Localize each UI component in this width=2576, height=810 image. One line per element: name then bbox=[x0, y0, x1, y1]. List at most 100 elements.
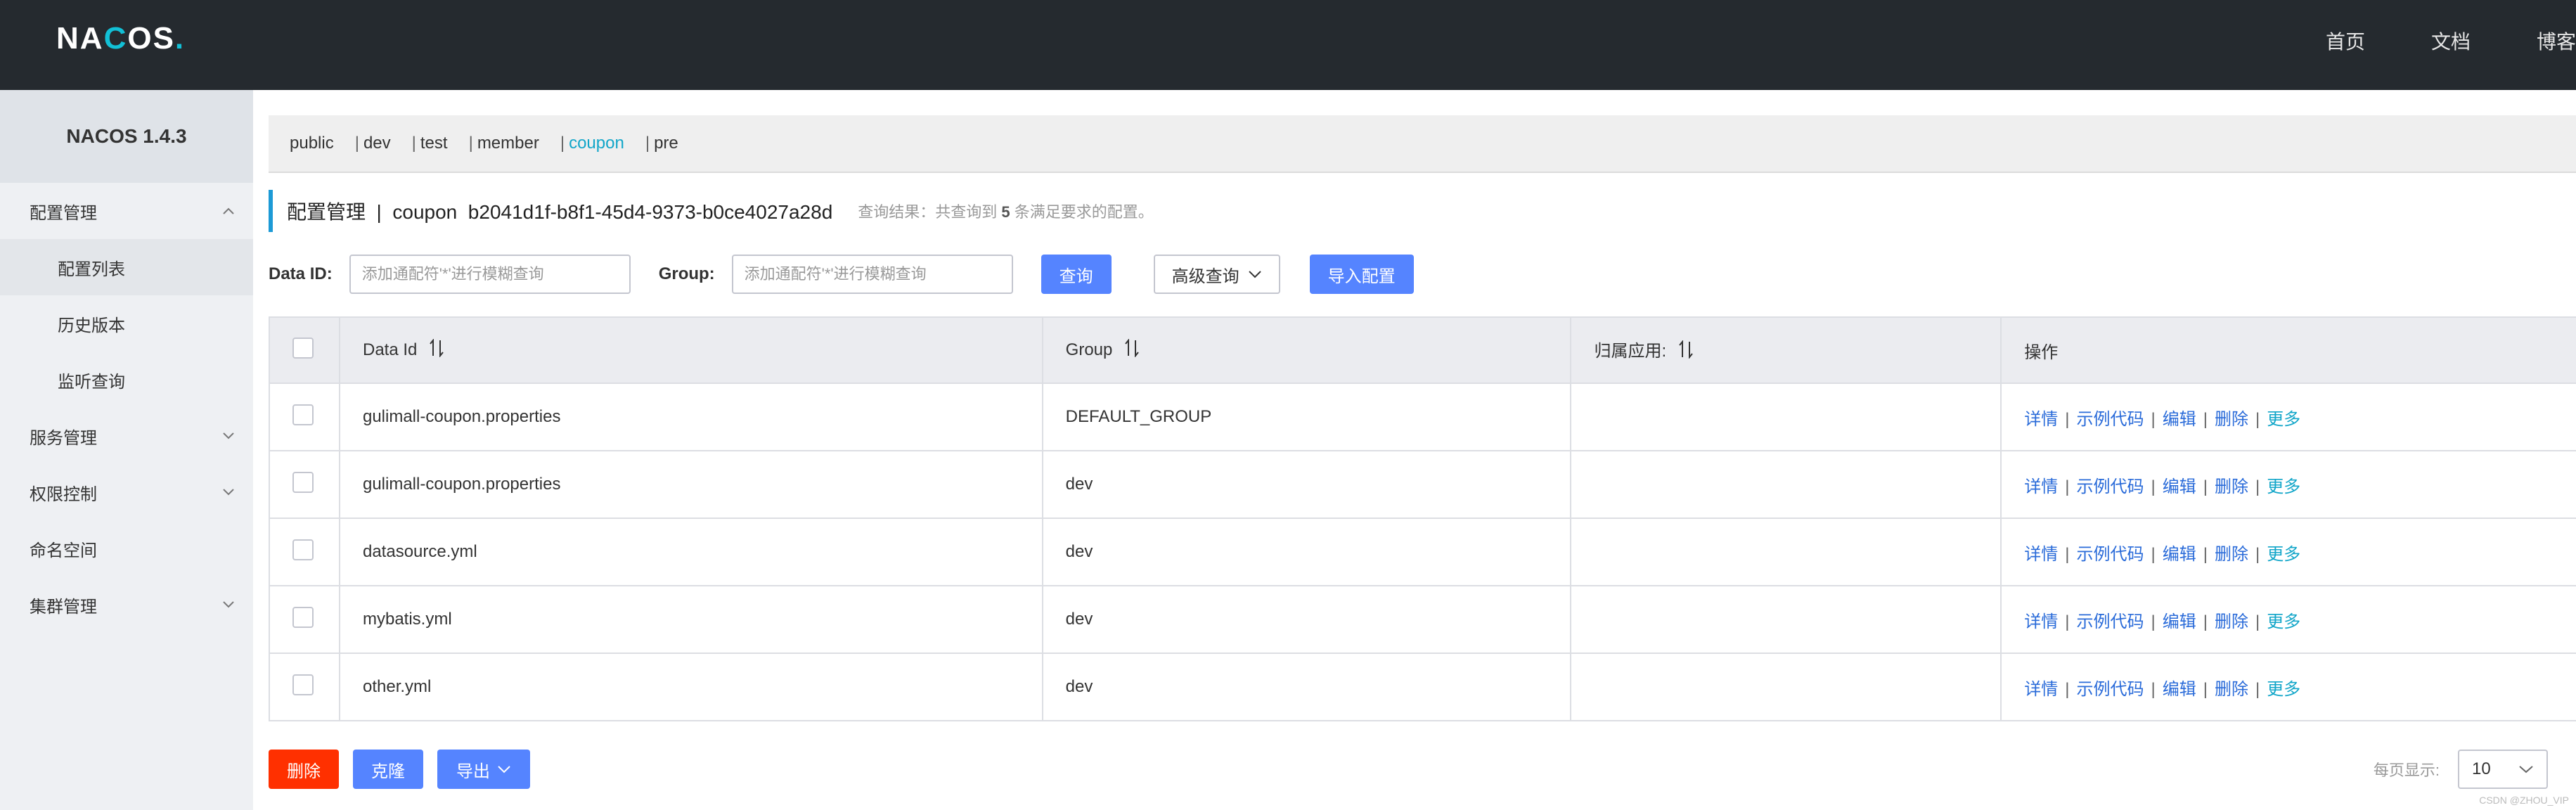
dataid-label: Data ID: bbox=[269, 264, 333, 283]
cell-ops: 详情 | 示例代码 | 编辑 | 删除 | 更多 bbox=[2001, 383, 2576, 451]
detail-link[interactable]: 详情 bbox=[2024, 477, 2058, 496]
delete-link[interactable]: 删除 bbox=[2215, 680, 2248, 699]
group-input[interactable] bbox=[731, 255, 1013, 294]
sidebar-item-config-list[interactable]: 配置列表 bbox=[0, 239, 253, 295]
sort-icon[interactable] bbox=[429, 338, 444, 362]
sidebar-group-config[interactable]: 配置管理 bbox=[0, 183, 253, 239]
nav-blog[interactable]: 博客 bbox=[2494, 28, 2576, 56]
chevron-down-icon bbox=[2518, 765, 2534, 773]
row-checkbox[interactable] bbox=[292, 539, 314, 560]
detail-link[interactable]: 详情 bbox=[2024, 612, 2058, 631]
sample-code-link[interactable]: 示例代码 bbox=[2076, 545, 2144, 564]
ops-separator: | bbox=[2255, 544, 2260, 564]
table-row: gulimall-coupon.properties dev 详情 | 示例代码 | 编辑 |… bbox=[269, 451, 2576, 519]
delete-link[interactable]: 删除 bbox=[2215, 545, 2248, 564]
top-bar: NACOS. 首页 文档 博客 bbox=[0, 0, 2576, 90]
cell-dataid: gulimall-coupon.properties bbox=[339, 451, 1043, 519]
detail-link[interactable]: 详情 bbox=[2024, 410, 2058, 429]
ops-separator: | bbox=[2203, 679, 2208, 699]
sort-icon[interactable] bbox=[1678, 340, 1694, 364]
nav-home[interactable]: 首页 bbox=[2284, 28, 2389, 56]
edit-link[interactable]: 编辑 bbox=[2163, 545, 2196, 564]
page-size-select[interactable]: 10 bbox=[2458, 750, 2548, 789]
delete-link[interactable]: 删除 bbox=[2215, 477, 2248, 496]
import-config-button[interactable]: 导入配置 bbox=[1309, 255, 1414, 294]
namespace-test[interactable]: test bbox=[420, 134, 448, 153]
edit-link[interactable]: 编辑 bbox=[2163, 410, 2196, 429]
delete-link[interactable]: 删除 bbox=[2215, 410, 2248, 429]
header-app[interactable]: 归属应用: bbox=[1571, 317, 2002, 384]
edit-link[interactable]: 编辑 bbox=[2163, 680, 2196, 699]
ops-separator: | bbox=[2151, 679, 2156, 699]
sort-icon[interactable] bbox=[1124, 338, 1140, 362]
table-row: mybatis.yml dev 详情 | 示例代码 | 编辑 | 删除 | 更多 bbox=[269, 586, 2576, 654]
sidebar-group-label: 集群管理 bbox=[30, 597, 97, 617]
version-title: NACOS 1.4.3 bbox=[0, 90, 253, 183]
dataid-input[interactable] bbox=[349, 255, 631, 294]
query-button[interactable]: 查询 bbox=[1041, 255, 1112, 294]
chevron-down-icon bbox=[218, 425, 239, 446]
delete-button[interactable]: 删除 bbox=[269, 750, 339, 789]
sidebar-group-service[interactable]: 服务管理 bbox=[0, 408, 253, 464]
sample-code-link[interactable]: 示例代码 bbox=[2076, 680, 2144, 699]
chevron-down-icon bbox=[218, 482, 239, 503]
ops-separator: | bbox=[2065, 544, 2070, 564]
chevron-down-icon bbox=[1248, 270, 1262, 278]
namespace-public[interactable]: public bbox=[290, 134, 334, 153]
detail-link[interactable]: 详情 bbox=[2024, 545, 2058, 564]
select-all-cell bbox=[269, 317, 340, 384]
nacos-logo[interactable]: NACOS. bbox=[56, 21, 185, 56]
sidebar-item-listener[interactable]: 监听查询 bbox=[0, 352, 253, 408]
page-size-control: 每页显示: 10 bbox=[2374, 750, 2548, 789]
header-ops: 操作 bbox=[2001, 317, 2576, 384]
namespace-separator: | bbox=[354, 134, 359, 153]
cell-app bbox=[1571, 586, 2002, 654]
detail-link[interactable]: 详情 bbox=[2024, 680, 2058, 699]
namespace-separator: | bbox=[468, 134, 473, 153]
sample-code-link[interactable]: 示例代码 bbox=[2076, 410, 2144, 429]
namespace-coupon[interactable]: coupon bbox=[569, 134, 624, 153]
row-checkbox[interactable] bbox=[292, 471, 314, 493]
row-checkbox[interactable] bbox=[292, 674, 314, 695]
search-row: Data ID: Group: 查询 高级查询 导入配置 bbox=[269, 255, 1414, 294]
advanced-query-label: 高级查询 bbox=[1171, 266, 1239, 286]
more-link[interactable]: 更多 bbox=[2267, 612, 2300, 631]
header-dataid[interactable]: Data Id bbox=[339, 317, 1043, 384]
namespace-dev[interactable]: dev bbox=[363, 134, 391, 153]
more-link[interactable]: 更多 bbox=[2267, 680, 2300, 699]
select-all-checkbox[interactable] bbox=[292, 337, 314, 359]
row-checkbox[interactable] bbox=[292, 404, 314, 425]
advanced-query-button[interactable]: 高级查询 bbox=[1153, 255, 1280, 294]
sidebar-item-history[interactable]: 历史版本 bbox=[0, 295, 253, 352]
more-link[interactable]: 更多 bbox=[2267, 545, 2300, 564]
namespace-separator: | bbox=[645, 134, 650, 153]
nav-docs[interactable]: 文档 bbox=[2389, 28, 2494, 56]
page-size-value: 10 bbox=[2472, 759, 2491, 778]
row-select-cell bbox=[269, 383, 340, 451]
sample-code-link[interactable]: 示例代码 bbox=[2076, 612, 2144, 631]
row-select-cell bbox=[269, 518, 340, 586]
clone-button[interactable]: 克隆 bbox=[353, 750, 423, 789]
ops-separator: | bbox=[2255, 612, 2260, 631]
sidebar-item-namespace[interactable]: 命名空间 bbox=[0, 520, 253, 577]
more-link[interactable]: 更多 bbox=[2267, 410, 2300, 429]
namespace-member[interactable]: member bbox=[477, 134, 539, 153]
ops-separator: | bbox=[2203, 612, 2208, 631]
config-table: Data Id Group 归属应用: 操作 gulimall-coupon.p… bbox=[269, 316, 2576, 721]
export-button[interactable]: 导出 bbox=[437, 750, 530, 789]
header-group[interactable]: Group bbox=[1042, 317, 1572, 384]
edit-link[interactable]: 编辑 bbox=[2163, 612, 2196, 631]
namespace-pre[interactable]: pre bbox=[654, 134, 678, 153]
sample-code-link[interactable]: 示例代码 bbox=[2076, 477, 2144, 496]
edit-link[interactable]: 编辑 bbox=[2163, 477, 2196, 496]
cell-dataid: mybatis.yml bbox=[339, 586, 1043, 654]
sidebar-group-cluster[interactable]: 集群管理 bbox=[0, 577, 253, 633]
ops-separator: | bbox=[2065, 477, 2070, 496]
more-link[interactable]: 更多 bbox=[2267, 477, 2300, 496]
sidebar-group-auth[interactable]: 权限控制 bbox=[0, 464, 253, 520]
delete-link[interactable]: 删除 bbox=[2215, 612, 2248, 631]
ops-separator: | bbox=[2203, 477, 2208, 496]
row-checkbox[interactable] bbox=[292, 606, 314, 628]
ops-separator: | bbox=[2065, 612, 2070, 631]
ops-separator: | bbox=[2203, 544, 2208, 564]
